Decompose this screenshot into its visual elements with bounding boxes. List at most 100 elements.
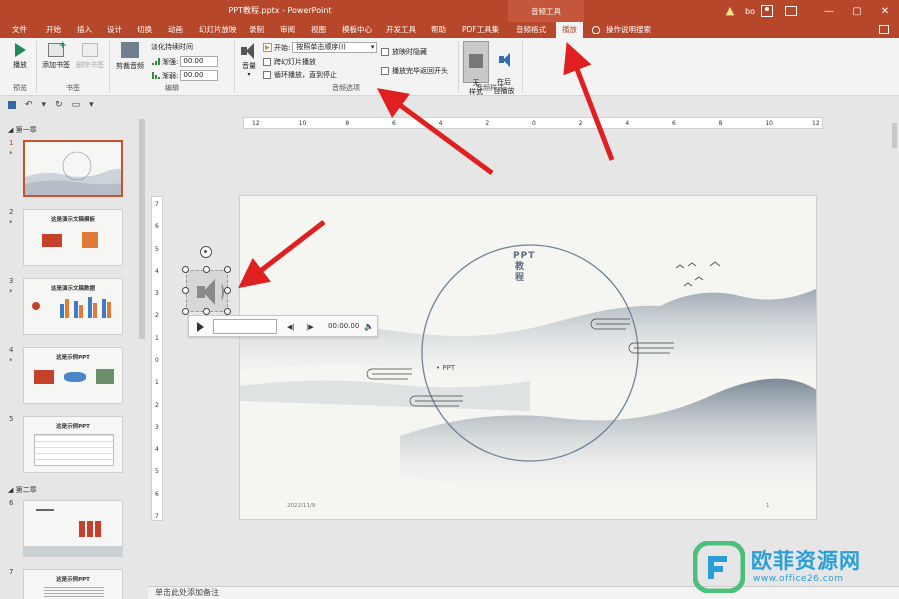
group-separator bbox=[458, 41, 459, 93]
tab-pdf-tools[interactable]: PDF工具集 bbox=[462, 22, 499, 38]
slide-subtitle[interactable]: • PPT bbox=[436, 364, 455, 372]
resize-handle[interactable] bbox=[224, 287, 231, 294]
resize-handle[interactable] bbox=[224, 266, 231, 273]
add-bookmark-button[interactable]: 添加书签 bbox=[40, 40, 72, 70]
loop-until-stopped-checkbox[interactable] bbox=[263, 71, 271, 79]
fade-out-input[interactable]: 00.00 bbox=[180, 70, 219, 81]
slide-thumbnail[interactable]: 这是示例PPT bbox=[23, 416, 123, 473]
loop-row[interactable]: 循环播放，直到停止 bbox=[263, 70, 337, 80]
undo-icon[interactable]: ↶ bbox=[25, 100, 33, 110]
restore-button[interactable]: ▢ bbox=[843, 0, 871, 22]
start-label: 开始: bbox=[274, 43, 291, 52]
tab-review[interactable]: 审阅 bbox=[280, 22, 295, 38]
no-style-button[interactable]: 无 样式 bbox=[463, 41, 489, 96]
slide-thumbnail[interactable]: 这是示例PPT bbox=[23, 569, 123, 599]
tab-audio-format[interactable]: 音频格式 bbox=[516, 22, 546, 38]
slide-page-number[interactable]: 1 bbox=[766, 503, 770, 509]
warning-icon[interactable]: ▲ bbox=[723, 4, 737, 18]
thumbnail-text-lines bbox=[44, 587, 104, 599]
remove-bookmark-label: 删除书签 bbox=[76, 61, 104, 69]
vertical-ruler[interactable]: 7 6 5 4 3 2 1 0 1 2 3 4 5 6 7 bbox=[151, 196, 163, 521]
tab-developer[interactable]: 开发工具 bbox=[386, 22, 416, 38]
audio-forward-button[interactable]: |▶ bbox=[306, 323, 314, 331]
tab-design[interactable]: 设计 bbox=[107, 22, 122, 38]
user-name[interactable]: bo bbox=[745, 7, 755, 16]
audio-seek-track[interactable] bbox=[213, 319, 277, 334]
scrollbar-thumb[interactable] bbox=[892, 123, 897, 148]
slide-date[interactable]: 2022/11/9 bbox=[287, 503, 315, 509]
redo-icon[interactable]: ↻ bbox=[55, 100, 63, 110]
slide-canvas[interactable]: PPT教程 • PPT 2022/11/9 1 bbox=[239, 195, 817, 520]
slide-thumbnail[interactable]: 这是演示文稿数据 bbox=[23, 278, 123, 335]
notes-pane[interactable]: 单击此处添加备注 bbox=[148, 586, 899, 599]
add-bookmark-label: 添加书签 bbox=[42, 61, 70, 69]
tab-view[interactable]: 视图 bbox=[311, 22, 326, 38]
rotate-handle-icon[interactable] bbox=[200, 246, 212, 258]
play-preview-label: 播放 bbox=[13, 61, 27, 69]
resize-handle[interactable] bbox=[203, 308, 210, 315]
tab-help[interactable]: 帮助 bbox=[431, 22, 446, 38]
save-icon[interactable] bbox=[8, 101, 16, 109]
audio-volume-icon[interactable]: 🔈 bbox=[364, 322, 374, 331]
trim-audio-button[interactable]: 剪裁音频 bbox=[113, 41, 147, 71]
rewind-after-playing-row[interactable]: 播放完毕返回开头 bbox=[381, 66, 448, 76]
tab-animations[interactable]: 动画 bbox=[168, 22, 183, 38]
scrollbar-thumb[interactable] bbox=[139, 119, 145, 339]
volume-button[interactable]: 音量 ▾ bbox=[238, 41, 260, 78]
ribbon-display-options-icon[interactable] bbox=[785, 6, 797, 16]
play-preview-button[interactable]: 播放 bbox=[7, 41, 33, 70]
fade-duration-title: 淡化持续时间 bbox=[151, 43, 193, 51]
slideshow-from-start-icon[interactable]: ▭ bbox=[72, 100, 81, 110]
slide-title-vertical[interactable]: PPT教程 bbox=[513, 251, 534, 284]
remove-bookmark-button[interactable]: 删除书签 bbox=[74, 41, 106, 70]
resize-handle[interactable] bbox=[203, 266, 210, 273]
thumbnail-block bbox=[64, 372, 86, 382]
close-button[interactable]: ✕ bbox=[871, 0, 899, 22]
audio-object[interactable] bbox=[182, 266, 231, 315]
tab-insert[interactable]: 插入 bbox=[77, 22, 92, 38]
rewind-after-playing-checkbox[interactable] bbox=[381, 67, 389, 75]
fade-in-input[interactable]: 00.00 bbox=[180, 56, 219, 67]
resize-handle[interactable] bbox=[182, 308, 189, 315]
play-across-slides-row[interactable]: 跨幻灯片播放 bbox=[263, 57, 316, 67]
section-header[interactable]: ◢ 第二章 bbox=[8, 485, 37, 495]
thumbnail-block bbox=[79, 521, 101, 537]
tab-file[interactable]: 文件 bbox=[12, 22, 27, 38]
tab-template-center[interactable]: 模板中心 bbox=[342, 22, 372, 38]
slide-thumbnail[interactable]: 这是演示文稿模板 bbox=[23, 209, 123, 266]
start-select[interactable]: 按照单击顺序(I) bbox=[292, 42, 378, 53]
trim-audio-label: 剪裁音频 bbox=[116, 62, 144, 70]
slide-thumbnail-title: 这是示例PPT bbox=[56, 355, 90, 361]
user-avatar-icon[interactable] bbox=[761, 5, 773, 17]
customize-qat-icon[interactable]: ▾ bbox=[89, 100, 94, 110]
tab-slideshow[interactable]: 幻灯片放映 bbox=[199, 22, 237, 38]
tab-transitions[interactable]: 切换 bbox=[137, 22, 152, 38]
slide-thumbnail[interactable]: 这是示例PPT bbox=[23, 347, 123, 404]
play-across-slides-checkbox[interactable] bbox=[263, 58, 271, 66]
slide-thumbnail[interactable] bbox=[23, 140, 123, 197]
tab-playback[interactable]: 播放 bbox=[556, 22, 583, 39]
group-label-preview: 预览 bbox=[13, 84, 27, 92]
editor-vertical-scrollbar[interactable] bbox=[890, 113, 899, 586]
tell-me-search[interactable]: 操作说明搜索 bbox=[592, 22, 651, 38]
minimize-button[interactable]: — bbox=[815, 0, 843, 22]
slide-animation-star: * bbox=[9, 357, 13, 365]
slide-thumbnail[interactable] bbox=[23, 500, 123, 557]
comments-icon[interactable] bbox=[879, 25, 889, 34]
tab-home[interactable]: 开始 bbox=[46, 22, 61, 38]
slide-panel-scrollbar[interactable] bbox=[138, 113, 146, 599]
resize-handle[interactable] bbox=[182, 266, 189, 273]
hide-during-show-row[interactable]: 放映时隐藏 bbox=[381, 47, 427, 57]
resize-handle[interactable] bbox=[182, 287, 189, 294]
undo-dropdown-icon[interactable]: ▾ bbox=[42, 100, 47, 110]
play-in-background-button[interactable]: 在后 台播放 bbox=[491, 41, 517, 105]
audio-play-button[interactable] bbox=[197, 322, 204, 332]
ruler-tick-label: 4 bbox=[438, 120, 443, 127]
resize-handle[interactable] bbox=[224, 308, 231, 315]
audio-back-button[interactable]: ◀| bbox=[287, 323, 295, 331]
horizontal-ruler[interactable]: 12 10 8 6 4 2 0 2 4 6 8 10 12 bbox=[243, 117, 823, 129]
section-header[interactable]: ◢ 第一章 bbox=[8, 125, 37, 135]
tab-record[interactable]: 录制 bbox=[249, 22, 264, 38]
hide-during-show-checkbox[interactable] bbox=[381, 48, 389, 56]
speaker-icon[interactable] bbox=[186, 270, 228, 312]
